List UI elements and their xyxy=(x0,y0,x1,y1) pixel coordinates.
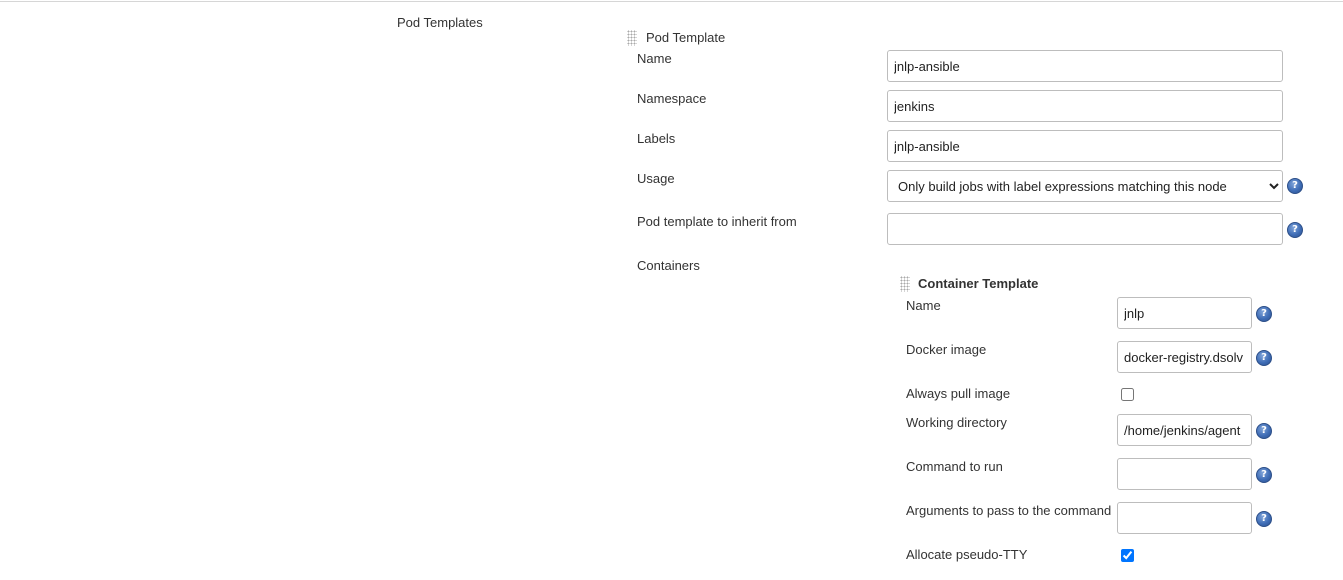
inherit-from-input[interactable] xyxy=(887,213,1283,245)
help-icon[interactable]: ? xyxy=(1287,222,1303,238)
pod-name-label: Name xyxy=(637,51,672,66)
namespace-input[interactable] xyxy=(887,90,1283,122)
help-icon[interactable]: ? xyxy=(1256,467,1272,483)
help-icon[interactable]: ? xyxy=(1256,423,1272,439)
labels-label: Labels xyxy=(637,131,676,146)
top-divider xyxy=(0,1,1343,2)
drag-handle-icon[interactable] xyxy=(627,30,637,46)
containers-label: Containers xyxy=(637,258,700,273)
inherit-from-label: Pod template to inherit from xyxy=(637,214,797,229)
usage-select[interactable]: Only build jobs with label expressions m… xyxy=(887,170,1283,202)
help-icon[interactable]: ? xyxy=(1256,511,1272,527)
labels-input[interactable] xyxy=(887,130,1283,162)
docker-image-input[interactable] xyxy=(1117,341,1252,373)
container-name-label: Name xyxy=(906,298,941,313)
arguments-label: Arguments to pass to the command xyxy=(906,503,1112,518)
working-directory-input[interactable] xyxy=(1117,414,1252,446)
pod-name-input[interactable] xyxy=(887,50,1283,82)
pod-template-header: Pod Template xyxy=(646,30,726,45)
arguments-input[interactable] xyxy=(1117,502,1252,534)
help-icon[interactable]: ? xyxy=(1287,178,1303,194)
docker-image-label: Docker image xyxy=(906,342,987,357)
always-pull-checkbox[interactable] xyxy=(1121,388,1134,401)
command-label: Command to run xyxy=(906,459,1003,474)
namespace-label: Namespace xyxy=(637,91,707,106)
help-icon[interactable]: ? xyxy=(1256,350,1272,366)
tty-label: Allocate pseudo-TTY xyxy=(906,547,1028,562)
usage-label: Usage xyxy=(637,171,675,186)
drag-handle-icon[interactable] xyxy=(900,276,910,292)
container-template-header: Container Template xyxy=(918,276,1039,291)
help-icon[interactable]: ? xyxy=(1256,306,1272,322)
container-name-input[interactable] xyxy=(1117,297,1252,329)
always-pull-label: Always pull image xyxy=(906,386,1011,401)
working-directory-label: Working directory xyxy=(906,415,1007,430)
tty-checkbox[interactable] xyxy=(1121,549,1134,562)
kubernetes-cloud-config-page: Pod Templates Pod Template Name Namespac… xyxy=(0,0,1343,580)
command-input[interactable] xyxy=(1117,458,1252,490)
pod-templates-label: Pod Templates xyxy=(397,15,483,30)
